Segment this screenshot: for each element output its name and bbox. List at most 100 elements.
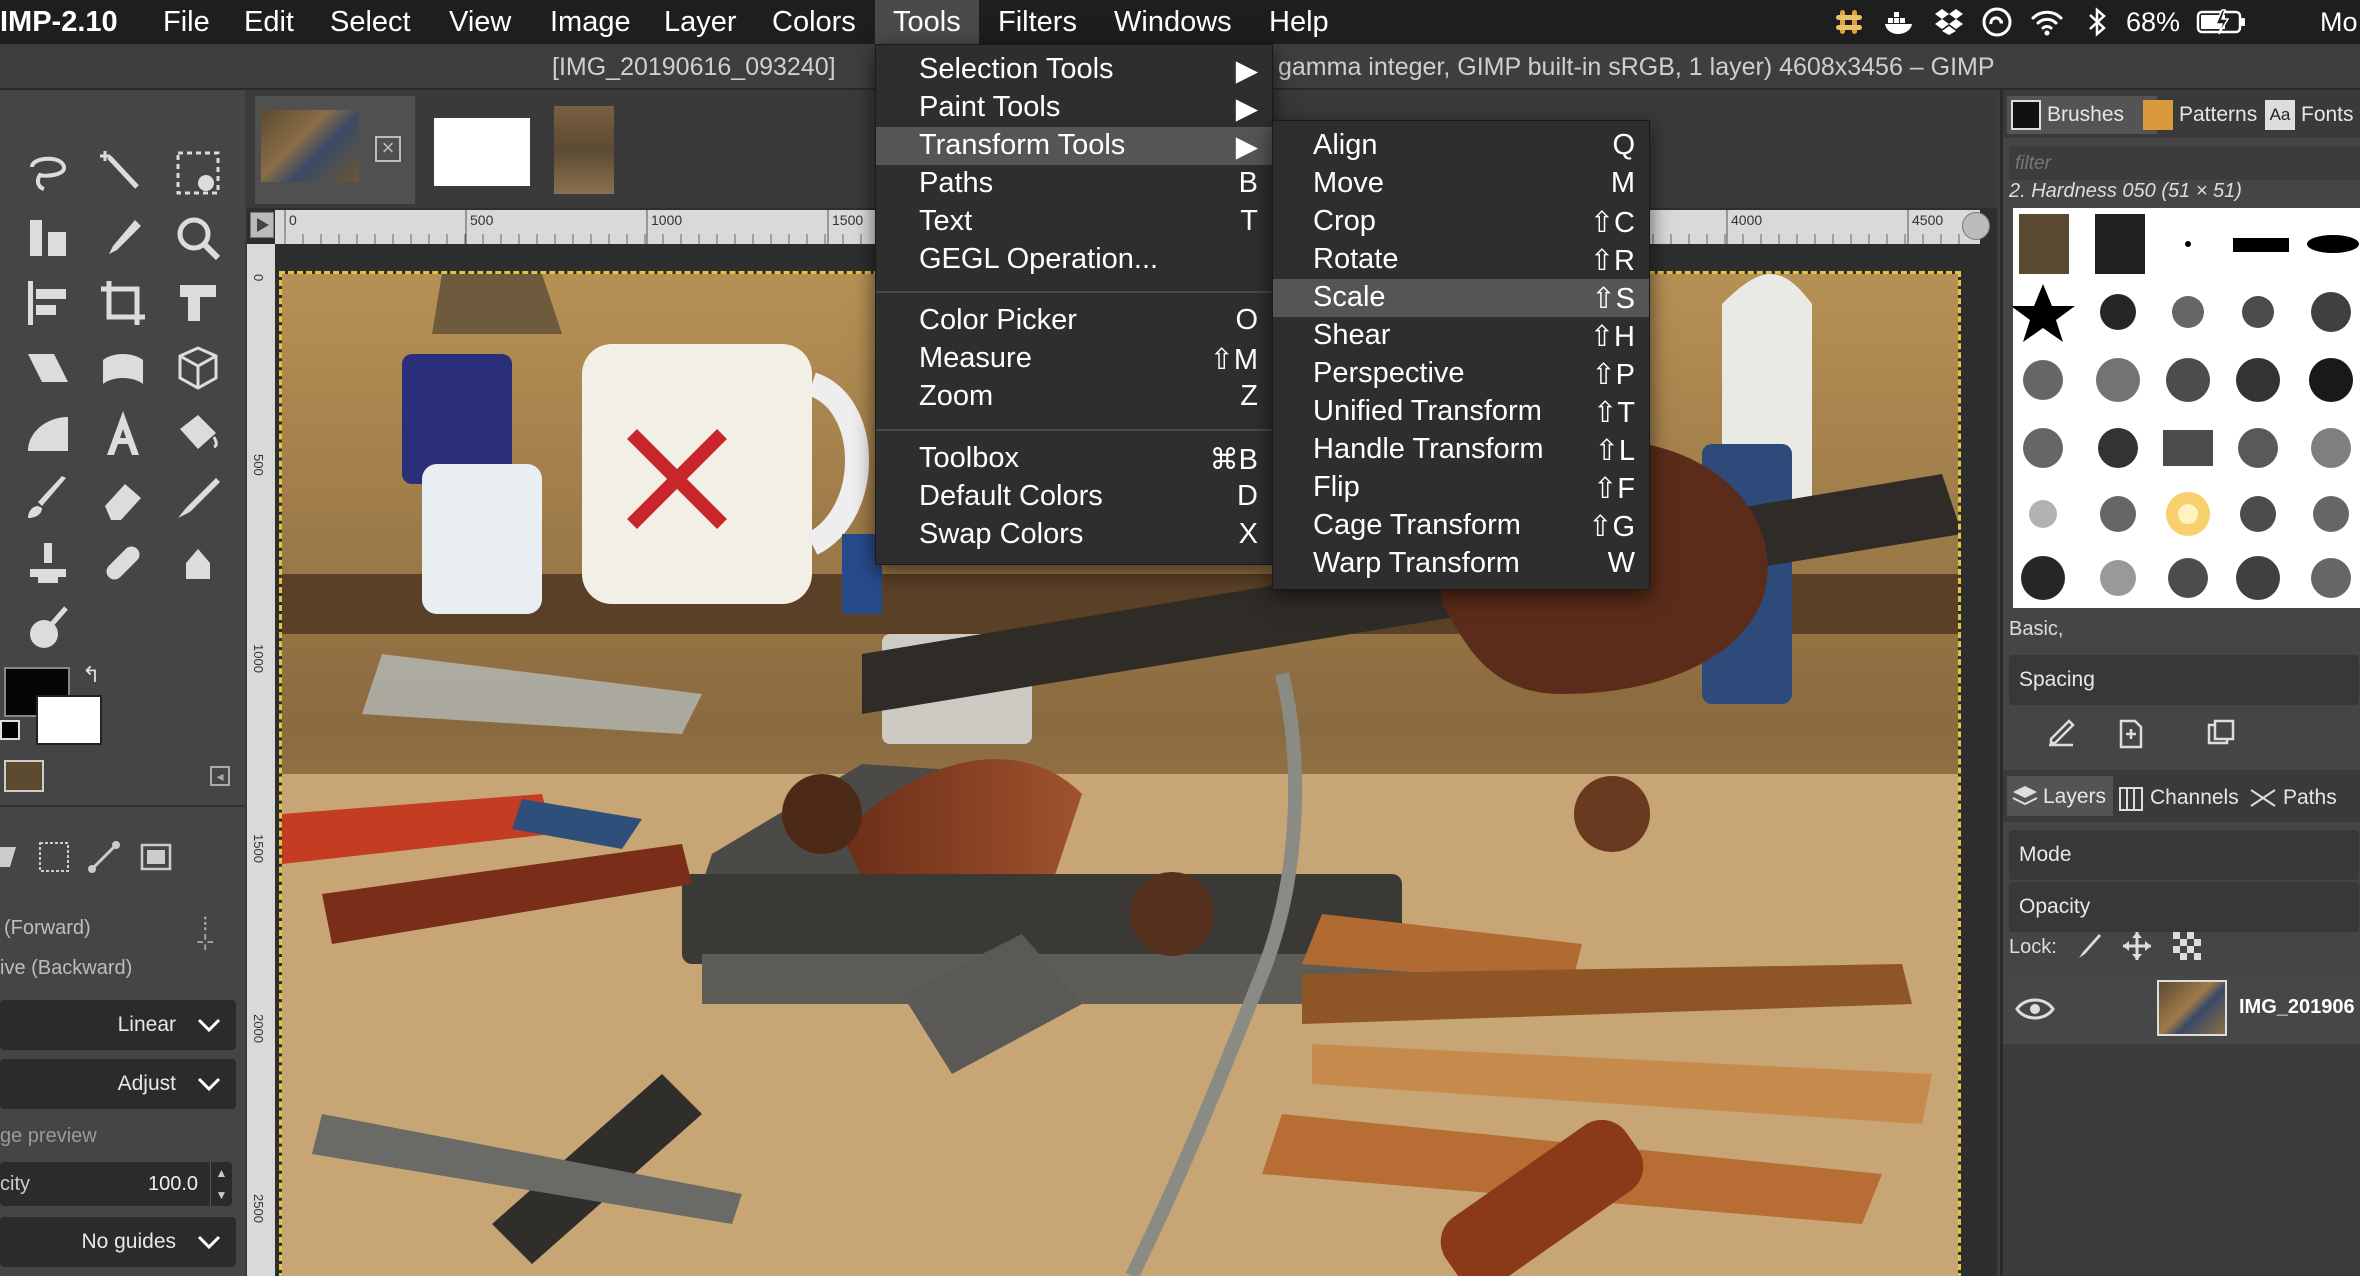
background-color-swatch[interactable]: [36, 695, 102, 745]
menu-filters[interactable]: Filters: [998, 0, 1077, 44]
ink-tool-icon[interactable]: [170, 470, 226, 526]
menu-item-align[interactable]: Align Q: [1273, 127, 1649, 165]
spacing-slider[interactable]: Spacing: [2009, 655, 2359, 705]
creative-cloud-icon[interactable]: [1980, 6, 2014, 38]
wifi-icon[interactable]: [2030, 6, 2064, 38]
menu-item-swap-colors[interactable]: Swap Colors X: [876, 516, 1272, 554]
collapse-icon[interactable]: ◂: [210, 766, 230, 786]
tab-brushes[interactable]: Brushes: [2007, 96, 2157, 134]
menu-item-scale[interactable]: Scale ⇧S: [1273, 279, 1649, 317]
tab-patterns[interactable]: Patterns: [2179, 103, 2257, 127]
menu-item-cage-transform[interactable]: Cage Transform ⇧G: [1273, 507, 1649, 545]
battery-icon[interactable]: [2196, 6, 2248, 38]
menu-item-rotate[interactable]: Rotate ⇧R: [1273, 241, 1649, 279]
image-tab-third[interactable]: [542, 96, 642, 204]
menu-item-color-picker[interactable]: Color Picker O: [876, 302, 1272, 340]
eraser-icon[interactable]: [95, 470, 151, 526]
crop-scissors-icon[interactable]: [20, 210, 76, 266]
image-mode-icon[interactable]: [138, 839, 174, 875]
menu-item-paths[interactable]: Paths B: [876, 165, 1272, 203]
menu-item-flip[interactable]: Flip ⇧F: [1273, 469, 1649, 507]
menu-item-selection-tools[interactable]: Selection Tools ▶: [876, 51, 1272, 89]
tab-channels[interactable]: Channels: [2150, 786, 2239, 810]
menu-help[interactable]: Help: [1269, 0, 1329, 44]
guides-dropdown[interactable]: No guides: [0, 1217, 236, 1267]
menu-item-perspective[interactable]: Perspective ⇧P: [1273, 355, 1649, 393]
close-icon[interactable]: ×: [375, 136, 401, 162]
image-tab-blank[interactable]: [422, 96, 532, 204]
menu-image[interactable]: Image: [550, 0, 631, 44]
menu-view[interactable]: View: [449, 0, 511, 44]
layer-row[interactable]: IMG_201906: [2003, 974, 2360, 1044]
docker-icon[interactable]: [1882, 6, 1916, 38]
scale-tool-option-icon[interactable]: [0, 839, 20, 875]
layer-opacity-slider[interactable]: Opacity: [2009, 882, 2359, 932]
direction-backward-label[interactable]: ive (Backward): [0, 957, 132, 980]
menu-colors[interactable]: Colors: [772, 0, 856, 44]
direction-handle-icon[interactable]: ⁝ ⊹: [196, 913, 214, 953]
menu-tools[interactable]: Tools: [875, 0, 979, 44]
lock-alpha-icon[interactable]: [2171, 930, 2203, 962]
opacity-spin-buttons[interactable]: ▲ ▼: [210, 1162, 232, 1206]
lock-pixels-icon[interactable]: [2073, 930, 2105, 962]
crop-tool-icon[interactable]: [95, 275, 151, 331]
duplicate-brush-icon[interactable]: [2203, 715, 2239, 751]
warp-tool-icon[interactable]: [95, 340, 151, 396]
menu-item-paint-tools[interactable]: Paint Tools ▶: [876, 89, 1272, 127]
swap-colors-icon[interactable]: ↰: [82, 662, 100, 688]
clipping-dropdown[interactable]: Adjust: [0, 1059, 236, 1109]
select-by-color-icon[interactable]: [170, 145, 226, 201]
shear-tool-icon[interactable]: [20, 340, 76, 396]
menu-item-move[interactable]: Move M: [1273, 165, 1649, 203]
tab-layers[interactable]: Layers: [2007, 776, 2113, 816]
dropbox-icon[interactable]: [1932, 6, 1966, 38]
3d-transform-icon[interactable]: [170, 340, 226, 396]
smudge-tool-icon[interactable]: [170, 535, 226, 591]
paths-tool-icon[interactable]: [20, 405, 76, 461]
free-select-icon[interactable]: [20, 145, 76, 201]
edit-brush-icon[interactable]: [2043, 715, 2079, 751]
zoom-fit-icon[interactable]: [1962, 212, 1990, 240]
unified-transform-icon[interactable]: [170, 275, 226, 331]
eye-visibility-icon[interactable]: [2015, 994, 2055, 1024]
brush-grid[interactable]: [2013, 208, 2360, 608]
layer-mode-icon[interactable]: [36, 839, 72, 875]
menu-edit[interactable]: Edit: [244, 0, 294, 44]
menu-file[interactable]: File: [163, 0, 210, 44]
tab-paths[interactable]: Paths: [2283, 786, 2337, 810]
menu-item-shear[interactable]: Shear ⇧H: [1273, 317, 1649, 355]
brush-filter-input[interactable]: filter: [2009, 146, 2360, 180]
clone-tool-icon[interactable]: [20, 535, 76, 591]
menu-item-unified-transform[interactable]: Unified Transform ⇧T: [1273, 393, 1649, 431]
bucket-fill-icon[interactable]: [170, 405, 226, 461]
opacity-slider[interactable]: city 100.0 ▲ ▼: [0, 1162, 232, 1206]
zoom-tool-icon[interactable]: [170, 210, 226, 266]
heal-tool-icon[interactable]: [95, 535, 151, 591]
menu-item-toolbox[interactable]: Toolbox ⌘B: [876, 440, 1272, 478]
slack-icon[interactable]: [1832, 6, 1866, 38]
lock-position-icon[interactable]: [2121, 930, 2153, 962]
image-tab-active[interactable]: ×: [255, 96, 415, 204]
menu-item-warp-transform[interactable]: Warp Transform W: [1273, 545, 1649, 583]
menu-item-zoom[interactable]: Zoom Z: [876, 378, 1272, 416]
menu-select[interactable]: Select: [330, 0, 411, 44]
direction-forward-label[interactable]: (Forward): [4, 917, 91, 940]
menu-item-measure[interactable]: Measure ⇧M: [876, 340, 1272, 378]
menu-item-handle-transform[interactable]: Handle Transform ⇧L: [1273, 431, 1649, 469]
bluetooth-icon[interactable]: [2080, 6, 2114, 38]
menu-windows[interactable]: Windows: [1114, 0, 1232, 44]
text-tool-icon[interactable]: [95, 405, 151, 461]
layer-name[interactable]: IMG_201906: [2239, 996, 2355, 1019]
path-mode-icon[interactable]: [86, 839, 122, 875]
menu-item-text[interactable]: Text T: [876, 203, 1272, 241]
menu-item-transform-tools[interactable]: Transform Tools ▶: [876, 127, 1272, 165]
menu-layer[interactable]: Layer: [664, 0, 737, 44]
align-tool-icon[interactable]: [20, 275, 76, 331]
color-picker-tool-icon[interactable]: [95, 210, 151, 266]
menu-item-gegl-operation[interactable]: GEGL Operation...: [876, 241, 1272, 279]
layer-mode-dropdown[interactable]: Mode: [2009, 830, 2359, 880]
image-preview-checkbox-label[interactable]: ge preview: [0, 1125, 97, 1148]
fuzzy-select-icon[interactable]: [95, 145, 151, 201]
quick-mask-toggle[interactable]: [250, 212, 274, 238]
menu-item-crop[interactable]: Crop ⇧C: [1273, 203, 1649, 241]
